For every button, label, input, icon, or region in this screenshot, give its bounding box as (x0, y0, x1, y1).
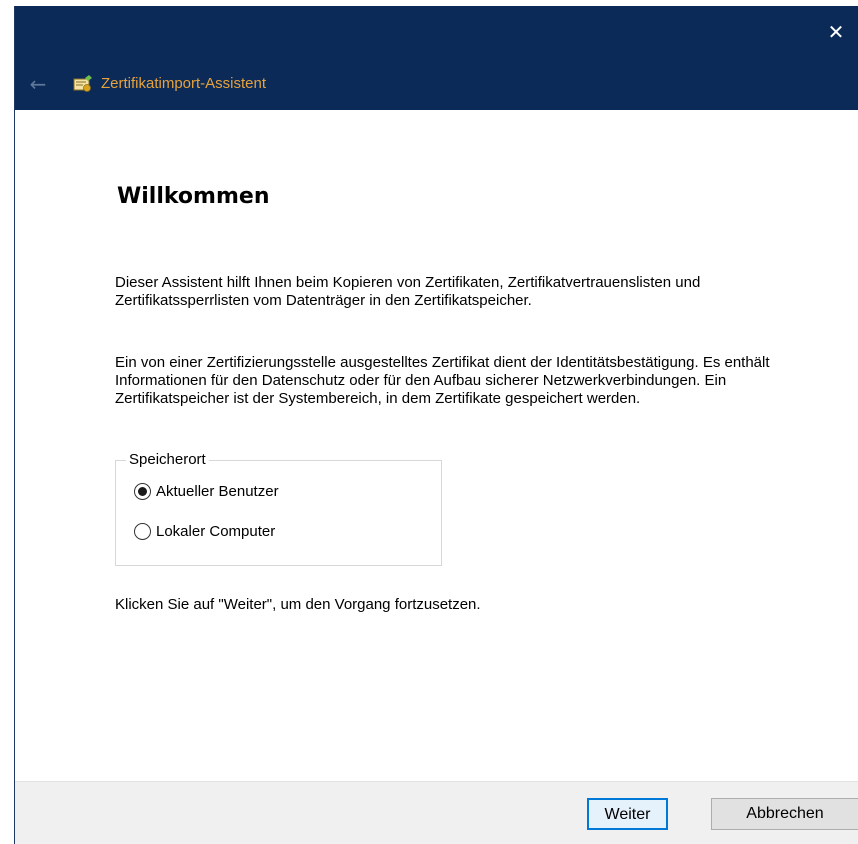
back-arrow-icon: ← (29, 72, 47, 96)
wizard-nav-bar: ← Zertifikatimport-Assistent (15, 58, 858, 110)
storage-location-legend: Speicherort (126, 451, 209, 469)
intro-paragraph: Dieser Assistent hilft Ihnen beim Kopier… (115, 274, 701, 309)
title-bar: ✕ (15, 6, 858, 58)
page-heading: Willkommen (117, 184, 270, 209)
back-button[interactable]: ← (21, 68, 55, 100)
cancel-button[interactable]: Abbrechen (711, 798, 858, 830)
radio-local-computer-label[interactable]: Lokaler Computer (156, 523, 275, 541)
continue-hint: Klicken Sie auf "Weiter", um den Vorgang… (115, 596, 481, 613)
next-button[interactable]: Weiter (587, 798, 668, 830)
certificate-icon (73, 75, 92, 92)
screen: ✕ ← Zertifikatimport-Assistent Willkomme… (0, 0, 858, 844)
radio-button-unselected[interactable] (134, 523, 151, 540)
certificate-info-paragraph: Ein von einer Zertifizierungsstelle ausg… (115, 354, 770, 407)
radio-button-selected[interactable] (134, 483, 151, 500)
wizard-window: ✕ ← Zertifikatimport-Assistent Willkomme… (14, 6, 858, 844)
close-icon: ✕ (827, 20, 845, 44)
radio-current-user-label[interactable]: Aktueller Benutzer (156, 483, 279, 501)
wizard-title: Zertifikatimport-Assistent (101, 75, 267, 92)
storage-location-group: Speicherort Aktueller Benutzer Lokaler C… (115, 451, 442, 566)
close-button[interactable]: ✕ (814, 6, 858, 58)
button-bar: Weiter Abbrechen (15, 781, 858, 844)
wizard-content: Willkommen Dieser Assistent hilft Ihnen … (15, 110, 858, 782)
radio-dot-icon (138, 487, 147, 496)
